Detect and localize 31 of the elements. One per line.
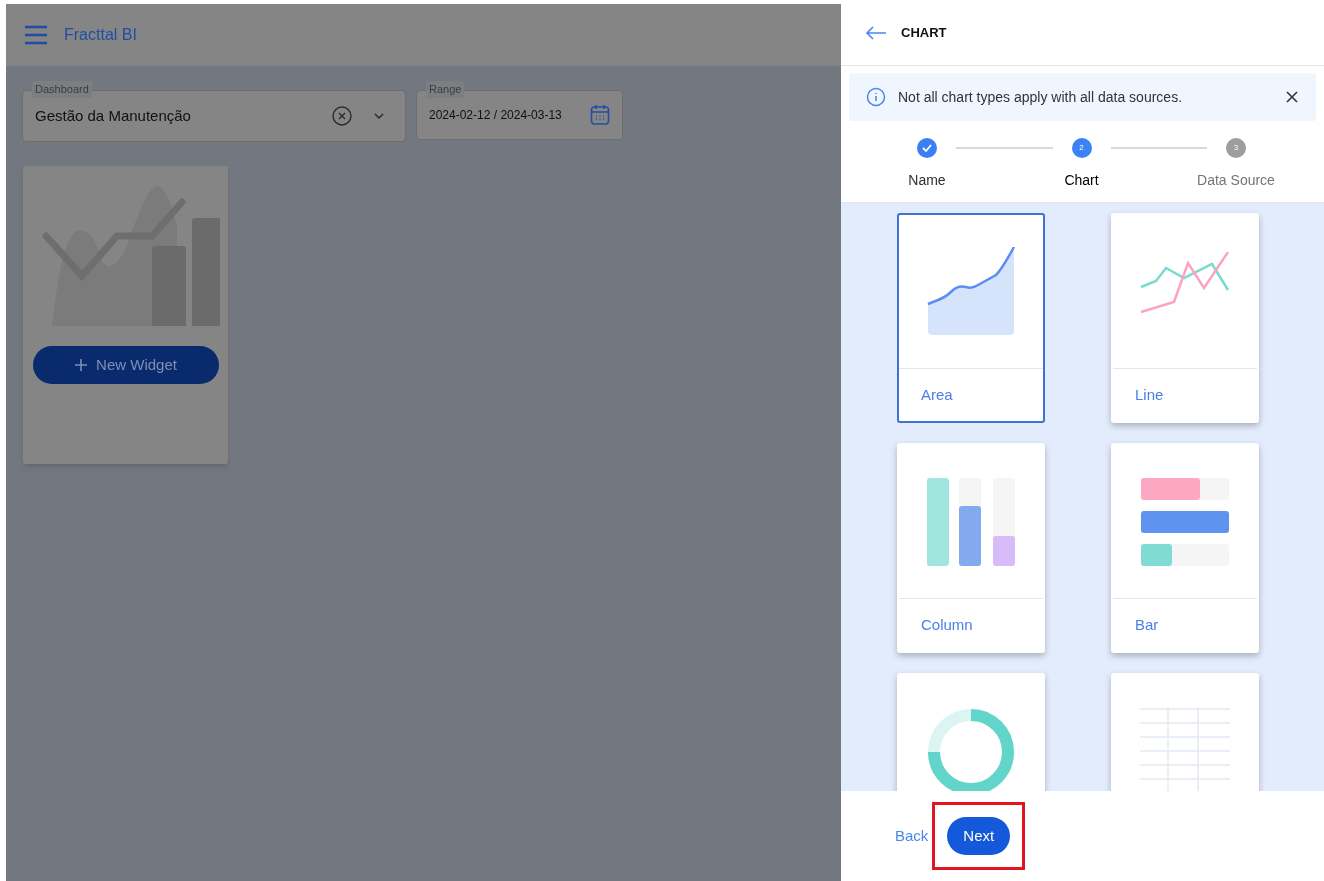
new-widget-button[interactable]: New Widget: [32, 346, 219, 384]
app-title: Fracttal BI: [64, 25, 137, 45]
back-button[interactable]: Back: [895, 824, 929, 848]
step-label: Data Source: [1197, 171, 1275, 190]
chart-type-card[interactable]: Area: [897, 213, 1045, 423]
next-button[interactable]: Next: [947, 817, 1011, 855]
menu-icon[interactable]: [24, 25, 48, 45]
plus-icon: [74, 358, 89, 372]
clear-icon[interactable]: [331, 105, 353, 127]
panel-title: CHART: [901, 23, 947, 42]
info-icon: [866, 87, 886, 107]
field-value: Gestão da Manutenção: [35, 105, 192, 126]
back-arrow-icon[interactable]: [865, 25, 887, 40]
close-icon[interactable]: [1286, 91, 1298, 103]
step-number: 2: [1071, 138, 1092, 158]
step-label: Name: [908, 171, 946, 190]
chart-type-card[interactable]: Bar: [1111, 443, 1259, 653]
card-label: Column: [921, 614, 973, 635]
chart-type-card[interactable]: Column: [897, 443, 1045, 653]
field-label: Range: [426, 81, 465, 98]
alert-text: Not all chart types apply with all data sources.: [898, 87, 1184, 107]
card-label: Bar: [1135, 614, 1159, 635]
calendar-icon[interactable]: [590, 104, 610, 126]
chevron-down-icon[interactable]: [373, 112, 385, 120]
card-label: Line: [1135, 384, 1164, 405]
chart-type-card[interactable]: Line: [1111, 213, 1259, 423]
field-label: Dashboard: [32, 81, 92, 98]
step-label: Chart: [1064, 171, 1099, 190]
step-number: 3: [1226, 138, 1246, 158]
field-value: 2024-02-12 / 2024-03-13: [429, 107, 563, 124]
card-label: Area: [921, 384, 953, 405]
